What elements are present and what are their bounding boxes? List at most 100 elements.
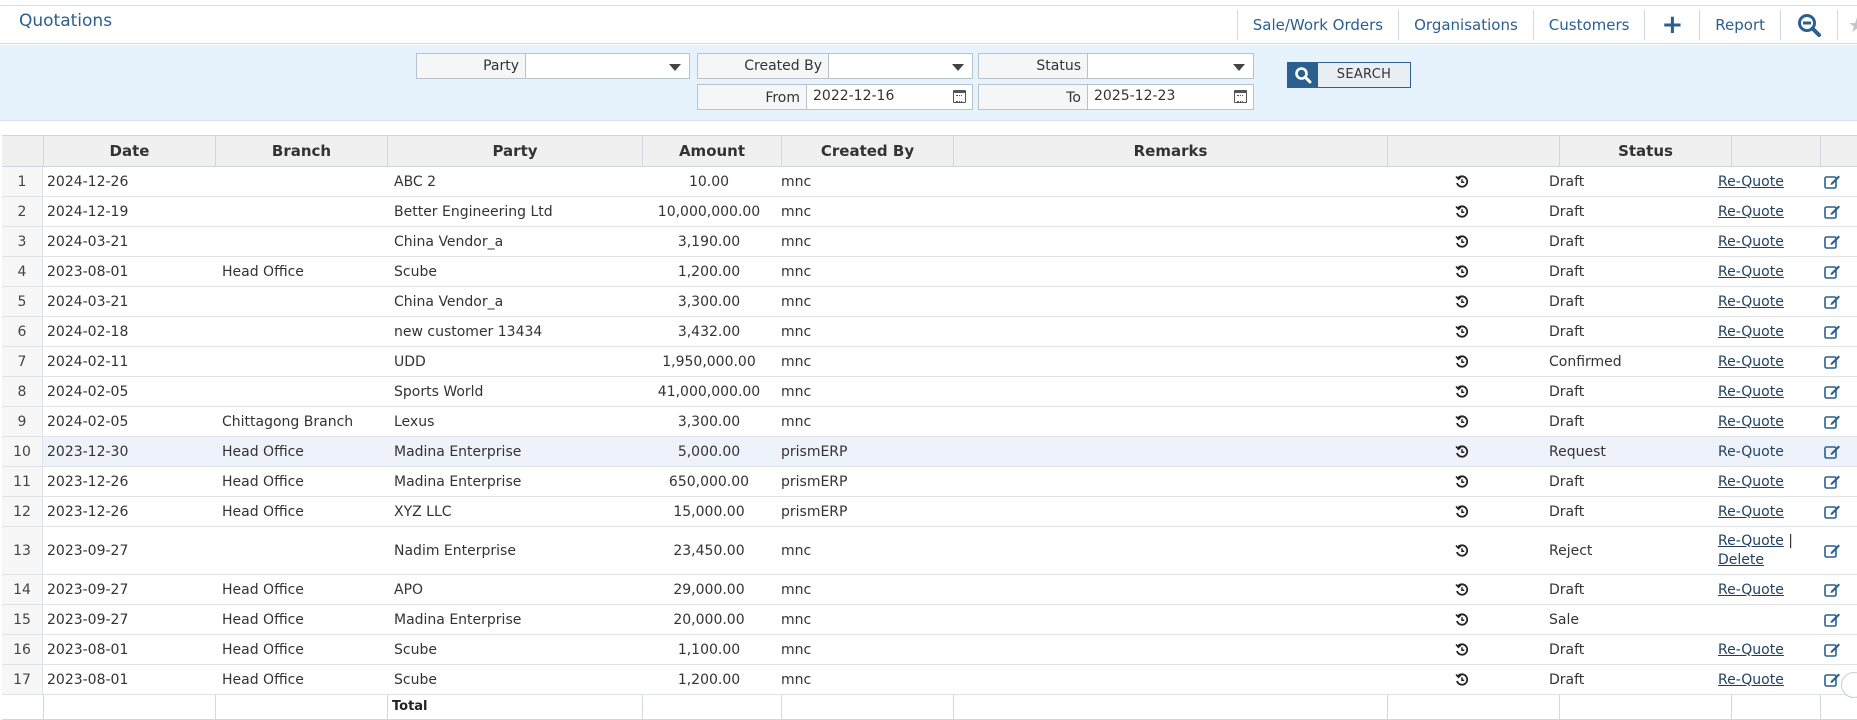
- edit-icon[interactable]: [1824, 384, 1841, 399]
- edit-icon[interactable]: [1824, 444, 1841, 459]
- requote-link[interactable]: Re-Quote: [1718, 204, 1784, 220]
- table-row[interactable]: 15 2023-09-27 Head Office Madina Enterprise…: [2, 605, 1857, 635]
- col-header-amount[interactable]: Amount: [642, 136, 781, 166]
- history-icon[interactable]: [1455, 265, 1469, 279]
- edit-icon[interactable]: [1824, 414, 1841, 429]
- edit-icon[interactable]: [1824, 234, 1841, 249]
- to-date-input[interactable]: 2025-12-23: [1088, 85, 1253, 109]
- col-header-branch[interactable]: Branch: [215, 136, 387, 166]
- table-row[interactable]: 14 2023-09-27 Head Office APO 29,000.00 mnc Dr…: [2, 575, 1857, 605]
- edit-icon[interactable]: [1824, 354, 1841, 369]
- favorite-star-icon[interactable]: ★: [1837, 10, 1857, 40]
- nav-sale-work-orders[interactable]: Sale/Work Orders: [1236, 10, 1398, 40]
- col-header-status[interactable]: Status: [1559, 136, 1731, 166]
- created-by-cell: mnc: [781, 203, 812, 220]
- history-icon[interactable]: [1455, 613, 1469, 627]
- table-row[interactable]: 6 2024-02-18 new customer 13434 3,432.00 mnc…: [2, 317, 1857, 347]
- requote-link[interactable]: Re-Quote: [1718, 504, 1784, 520]
- col-header-date[interactable]: Date: [43, 136, 215, 166]
- requote-link[interactable]: Re-Quote: [1718, 234, 1784, 250]
- requote-link[interactable]: Re-Quote: [1718, 533, 1784, 549]
- table-row[interactable]: 12 2023-12-26 Head Office XYZ LLC 15,000.00 p…: [2, 497, 1857, 527]
- nav-customers[interactable]: Customers: [1532, 10, 1645, 40]
- history-icon[interactable]: [1455, 445, 1469, 459]
- zoom-out-button[interactable]: [1780, 10, 1837, 40]
- table-row[interactable]: 4 2023-08-01 Head Office Scube 1,200.00 mnc Dr…: [2, 257, 1857, 287]
- requote-link[interactable]: Re-Quote: [1718, 324, 1784, 340]
- table-row[interactable]: 1 2024-12-26 ABC 2 10.00 mnc Draft Re-Quote: [2, 167, 1857, 197]
- history-icon[interactable]: [1455, 355, 1469, 369]
- requote-link[interactable]: Re-Quote: [1718, 672, 1784, 688]
- table-row[interactable]: 3 2024-03-21 China Vendor_a 3,190.00 mnc Draf…: [2, 227, 1857, 257]
- history-icon[interactable]: [1455, 205, 1469, 219]
- requote-link[interactable]: Re-Quote: [1718, 414, 1784, 430]
- history-icon[interactable]: [1455, 505, 1469, 519]
- history-icon[interactable]: [1455, 385, 1469, 399]
- requote-link[interactable]: Re-Quote: [1718, 444, 1784, 460]
- table-row[interactable]: 16 2023-08-01 Head Office Scube 1,100.00 mnc D…: [2, 635, 1857, 665]
- edit-icon[interactable]: [1824, 672, 1841, 687]
- history-icon[interactable]: [1455, 475, 1469, 489]
- edit-icon[interactable]: [1824, 324, 1841, 339]
- history-icon[interactable]: [1455, 325, 1469, 339]
- requote-link[interactable]: Re-Quote: [1718, 354, 1784, 370]
- party-select[interactable]: [526, 54, 689, 78]
- history-icon[interactable]: [1455, 673, 1469, 687]
- history-icon[interactable]: [1455, 175, 1469, 189]
- history-icon[interactable]: [1455, 643, 1469, 657]
- remarks-cell: [948, 407, 1378, 436]
- edit-icon[interactable]: [1824, 642, 1841, 657]
- col-header-party[interactable]: Party: [387, 136, 642, 166]
- add-quotation-button[interactable]: +: [1644, 10, 1699, 40]
- requote-link[interactable]: Re-Quote: [1718, 294, 1784, 310]
- edit-icon[interactable]: [1824, 543, 1841, 558]
- row-number: 1: [2, 167, 43, 196]
- edit-icon[interactable]: [1824, 174, 1841, 189]
- nav-organisations[interactable]: Organisations: [1398, 10, 1533, 40]
- status-select[interactable]: [1088, 54, 1253, 78]
- requote-link[interactable]: Re-Quote: [1718, 384, 1784, 400]
- requote-link[interactable]: Re-Quote: [1718, 174, 1784, 190]
- edit-icon[interactable]: [1824, 582, 1841, 597]
- col-header-remarks[interactable]: Remarks: [953, 136, 1387, 166]
- delete-link[interactable]: Delete: [1718, 552, 1764, 568]
- status-cell: Draft: [1549, 581, 1585, 598]
- amount-cell: 23,450.00: [673, 542, 745, 559]
- calendar-icon[interactable]: [953, 90, 966, 103]
- party-label: Party: [417, 54, 526, 78]
- history-icon[interactable]: [1455, 583, 1469, 597]
- history-cell: [1378, 527, 1546, 574]
- edit-icon[interactable]: [1824, 204, 1841, 219]
- table-row[interactable]: 2 2024-12-19 Better Engineering Ltd 10,000,…: [2, 197, 1857, 227]
- edit-icon[interactable]: [1824, 264, 1841, 279]
- edit-icon[interactable]: [1824, 504, 1841, 519]
- history-icon[interactable]: [1455, 235, 1469, 249]
- table-row[interactable]: 10 2023-12-30 Head Office Madina Enterprise…: [2, 437, 1857, 467]
- table-row[interactable]: 7 2024-02-11 UDD 1,950,000.00 mnc Confirmed Re…: [2, 347, 1857, 377]
- edit-icon[interactable]: [1824, 294, 1841, 309]
- requote-link[interactable]: Re-Quote: [1718, 582, 1784, 598]
- table-row[interactable]: 8 2024-02-05 Sports World 41,000,000.00 mnc D…: [2, 377, 1857, 407]
- requote-link[interactable]: Re-Quote: [1718, 474, 1784, 490]
- search-button[interactable]: SEARCH: [1287, 62, 1411, 88]
- table-row[interactable]: 5 2024-03-21 China Vendor_a 3,300.00 mnc Draf…: [2, 287, 1857, 317]
- created-by-select[interactable]: [829, 54, 972, 78]
- requote-link[interactable]: Re-Quote: [1718, 264, 1784, 280]
- date-cell: 2023-08-01: [47, 641, 129, 658]
- history-cell: [1378, 377, 1546, 406]
- requote-link[interactable]: Re-Quote: [1718, 642, 1784, 658]
- table-row[interactable]: 17 2023-08-01 Head Office Scube 1,200.00 mnc D…: [2, 665, 1857, 695]
- edit-icon[interactable]: [1824, 474, 1841, 489]
- table-row[interactable]: 9 2024-02-05 Chittagong Branch Lexus 3,300.0…: [2, 407, 1857, 437]
- history-icon[interactable]: [1455, 415, 1469, 429]
- nav-report[interactable]: Report: [1699, 10, 1780, 40]
- history-icon[interactable]: [1455, 295, 1469, 309]
- edit-icon[interactable]: [1824, 612, 1841, 627]
- col-header-created-by[interactable]: Created By: [781, 136, 953, 166]
- from-date-input[interactable]: 2022-12-16: [807, 85, 972, 109]
- calendar-icon[interactable]: [1234, 90, 1247, 103]
- history-cell: [1378, 287, 1546, 316]
- table-row[interactable]: 11 2023-12-26 Head Office Madina Enterprise…: [2, 467, 1857, 497]
- history-icon[interactable]: [1455, 544, 1469, 558]
- table-row[interactable]: 13 2023-09-27 Nadim Enterprise 23,450.00 mnc…: [2, 527, 1857, 575]
